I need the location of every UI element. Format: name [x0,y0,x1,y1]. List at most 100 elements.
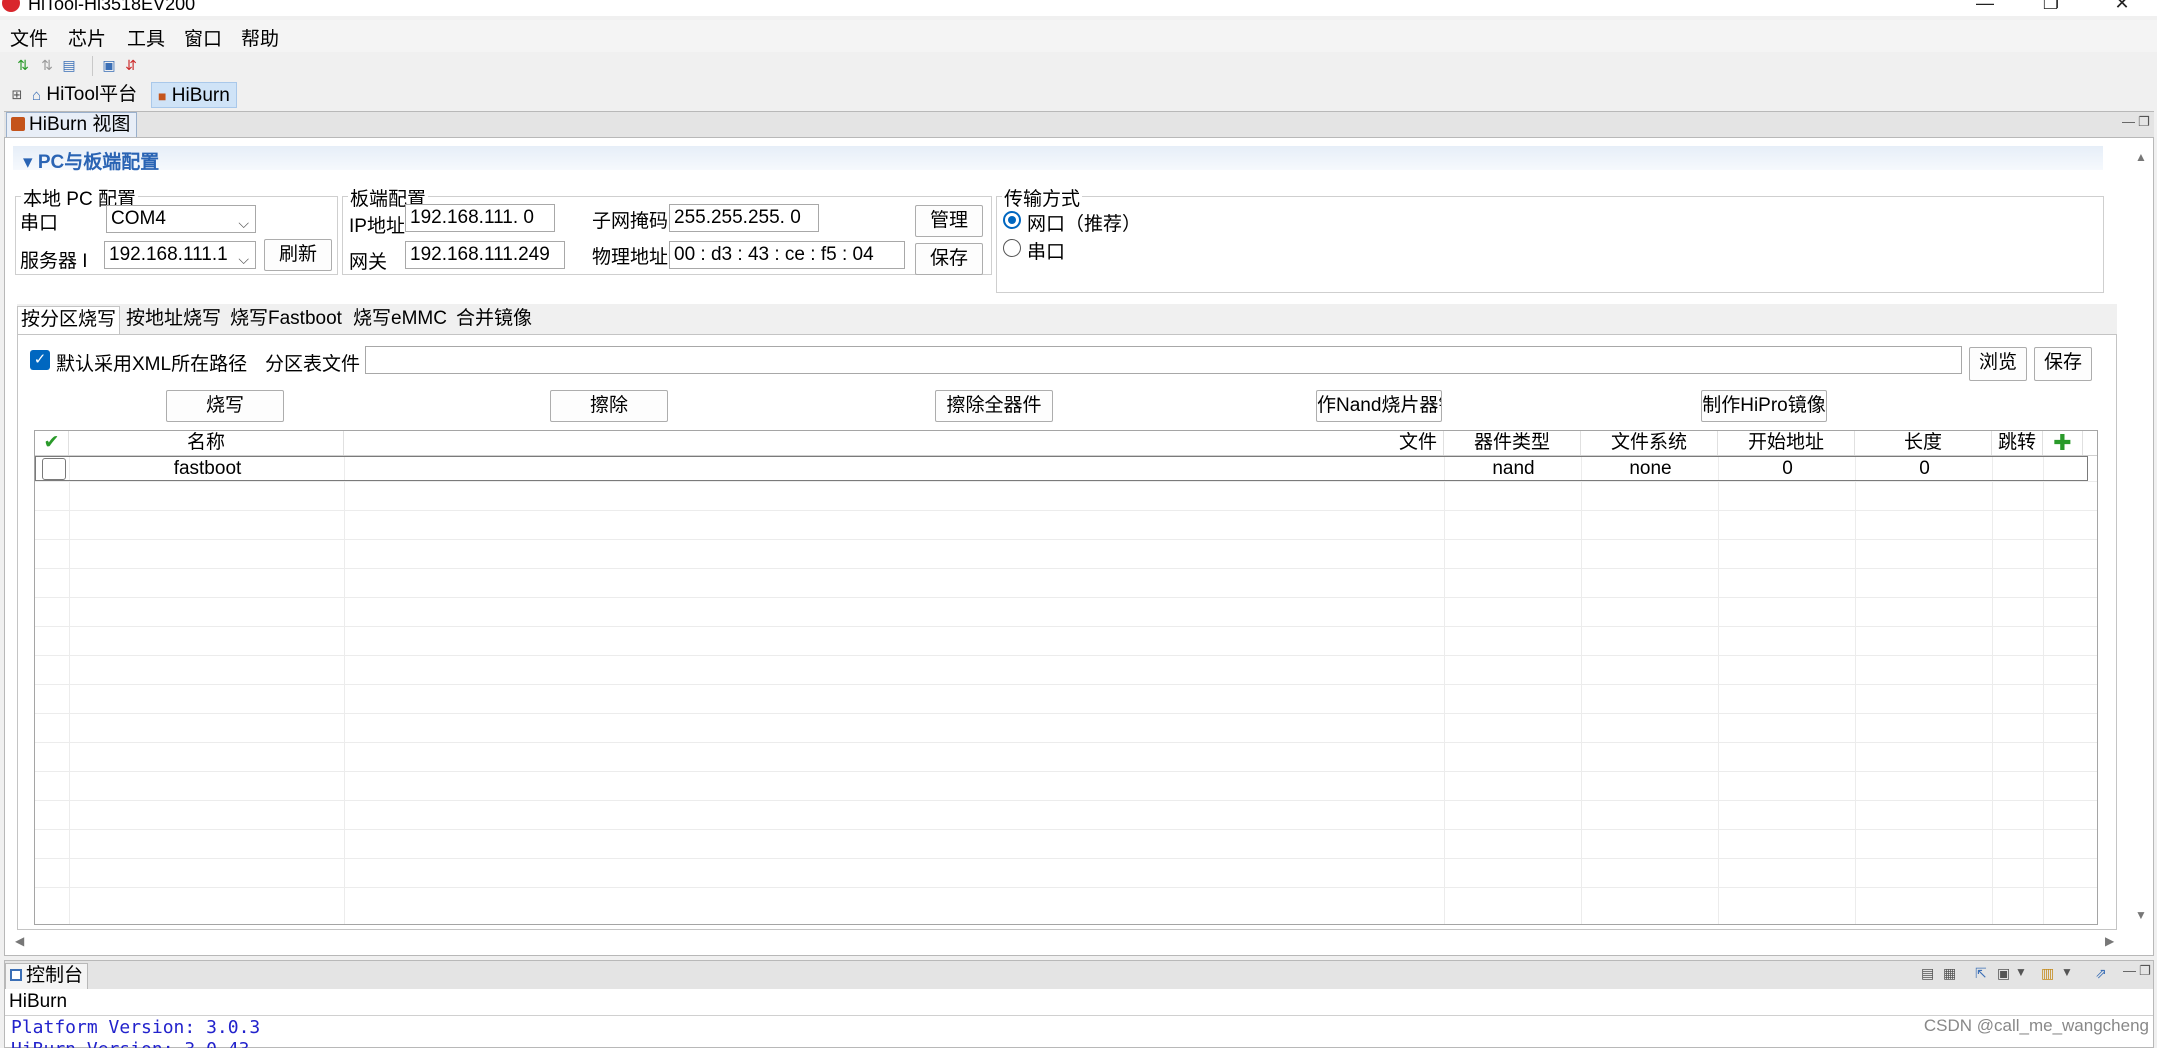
toolbar-separator [92,56,93,76]
chevron-down-icon: ⌵ [238,251,249,267]
cell-file[interactable] [345,457,1445,481]
select-all-check-icon[interactable]: ✔ [35,431,69,455]
burn-button[interactable]: 烧写 [166,390,284,422]
clear-console-icon[interactable]: ▤ [1921,965,1934,982]
chevron-down-icon[interactable]: ▼ [2061,965,2073,979]
menu-file[interactable]: 文件 [10,24,48,51]
open-perspective-icon[interactable]: ⊞ [8,86,26,104]
menu-tools[interactable]: 工具 [127,24,165,51]
menu-window[interactable]: 窗口 [184,24,222,51]
add-row-icon[interactable]: ✚ [2043,431,2083,455]
restore-button[interactable]: ❐ [2021,0,2081,16]
gateway-field[interactable]: 192.168.111.249 [405,241,565,269]
make-nand-image-button[interactable]: 作Nand烧片器镜 [1316,390,1442,422]
section-header[interactable]: ▾ PC与板端配置 [13,146,2103,173]
column-header-filesystem[interactable]: 文件系统 [1581,431,1718,455]
connect-icon[interactable]: ⇅ [14,56,32,74]
perspective-hitool[interactable]: ⌂ HiTool平台 [26,82,143,108]
col-divider [1718,431,1719,924]
cell-name: fastboot [173,458,242,479]
scroll-up-icon[interactable]: ▲ [2135,150,2147,164]
make-hipro-image-button[interactable]: 制作HiPro镜像 [1701,390,1827,422]
maximize-view-icon[interactable]: ❐ [2139,963,2151,979]
column-header-length[interactable]: 长度 [1855,431,1992,455]
serial-label: 串口 [20,213,59,234]
column-header-name[interactable]: 名称 [69,431,344,455]
col-divider [1581,431,1582,924]
col-divider [2043,431,2044,924]
table-row[interactable]: fastboot nand none 0 0 [35,456,2088,481]
erase-button[interactable]: 擦除 [550,390,668,422]
cell-length[interactable]: 0 [1856,457,1993,481]
minimize-button[interactable]: — [1955,0,2015,16]
minimize-view-icon[interactable]: — [2123,963,2136,978]
tab-partition-burn[interactable]: 按分区烧写 [17,306,121,334]
disconnect-icon[interactable]: ⇅ [38,56,56,74]
scroll-lock-icon[interactable]: ▦ [1943,965,1956,982]
column-header-start-address[interactable]: 开始地址 [1718,431,1855,455]
column-header-file[interactable]: 文件 [344,431,1444,455]
transfer-option-serial[interactable]: 串口 [1003,237,1303,263]
board-save-button[interactable]: 保存 [915,243,983,275]
network-radio[interactable] [1003,211,1021,229]
mac-field[interactable]: 00 : d3 : 43 : ce : f5 : 04 [669,241,905,269]
hiburn-view-tab[interactable]: HiBurn 视图 [6,112,138,137]
transfer-icon[interactable]: ⇵ [122,56,140,74]
scroll-down-icon[interactable]: ▼ [2135,908,2147,922]
cell-filesystem[interactable]: none [1582,457,1719,481]
erase-all-button[interactable]: 擦除全器件 [935,390,1053,422]
cell-device-type[interactable]: nand [1445,457,1582,481]
console-source: HiBurn [9,991,68,1012]
subnet-field[interactable]: 255.255.255. 0 [669,204,819,232]
partition-save-button[interactable]: 保存 [2034,347,2092,381]
window-title: HiTool-Hi3518EV200 [28,0,196,14]
console-divider [5,1015,2153,1016]
maximize-view-icon[interactable]: ❐ [2138,114,2150,130]
server-ip-select[interactable]: 192.168.111.1 ⌵ [104,241,256,269]
scroll-right-icon[interactable]: ▶ [2105,934,2114,948]
close-button[interactable]: ✕ [2092,0,2152,16]
column-header-device-type[interactable]: 器件类型 [1444,431,1581,455]
use-xml-path-option[interactable]: ✓ 默认采用XML所在路径 [30,349,250,375]
menu-help[interactable]: 帮助 [241,24,279,51]
minimize-view-icon[interactable]: — [2122,114,2135,129]
row-checkbox[interactable] [42,458,66,480]
section-title-text: PC与板端配置 [37,152,160,173]
tab-fastboot-burn[interactable]: 烧写Fastboot [227,306,345,334]
display-console-icon[interactable]: ▣ [1997,965,2010,982]
row-divider [35,829,2097,830]
partition-table-file-input[interactable] [365,346,1962,374]
manage-button[interactable]: 管理 [915,205,983,237]
app-icon [2,0,20,12]
row-divider [35,771,2097,772]
console-tab[interactable]: 控制台 [5,963,89,989]
menu-chip[interactable]: 芯片 [68,24,106,51]
view-tab-bar: HiBurn 视图 — ❐ [4,111,2154,137]
tab-address-burn[interactable]: 按地址烧写 [123,306,224,334]
column-header-jump[interactable]: 跳转 [1992,431,2043,455]
open-console-icon[interactable]: ▥ [2041,965,2054,982]
checkmark-icon[interactable]: ✓ [30,350,50,370]
serial-radio[interactable] [1003,239,1021,257]
perspective-hiburn[interactable]: ■ HiBurn [151,82,237,108]
row-divider [35,742,2097,743]
tab-emmc-burn[interactable]: 烧写eMMC [350,306,450,334]
chevron-down-icon: ⌵ [238,215,249,231]
settings-icon[interactable]: ▤ [60,56,78,74]
perspective-hitool-label: HiTool平台 [46,84,138,105]
tab-merge-image[interactable]: 合并镜像 [453,306,535,334]
transfer-option-network[interactable]: 网口（推荐） [1003,209,1303,235]
terminal-icon[interactable]: ▣ [100,56,118,74]
refresh-button[interactable]: 刷新 [264,239,332,271]
ip-field[interactable]: 192.168.111. 0 [405,204,555,232]
browse-button[interactable]: 浏览 [1969,347,2027,381]
scroll-left-icon[interactable]: ◀ [15,934,24,948]
perspective-bar: ⊞ ⌂ HiTool平台 ■ HiBurn [0,80,2157,110]
cell-start-address[interactable]: 0 [1719,457,1856,481]
view-menu-icon[interactable]: ⇗ [2095,965,2107,982]
pin-console-icon[interactable]: ⇱ [1975,965,1987,982]
cell-jump[interactable] [1993,457,2044,481]
console-icon [10,969,22,981]
chevron-down-icon[interactable]: ▼ [2015,965,2027,979]
serial-port-select[interactable]: COM4 ⌵ [106,205,256,233]
